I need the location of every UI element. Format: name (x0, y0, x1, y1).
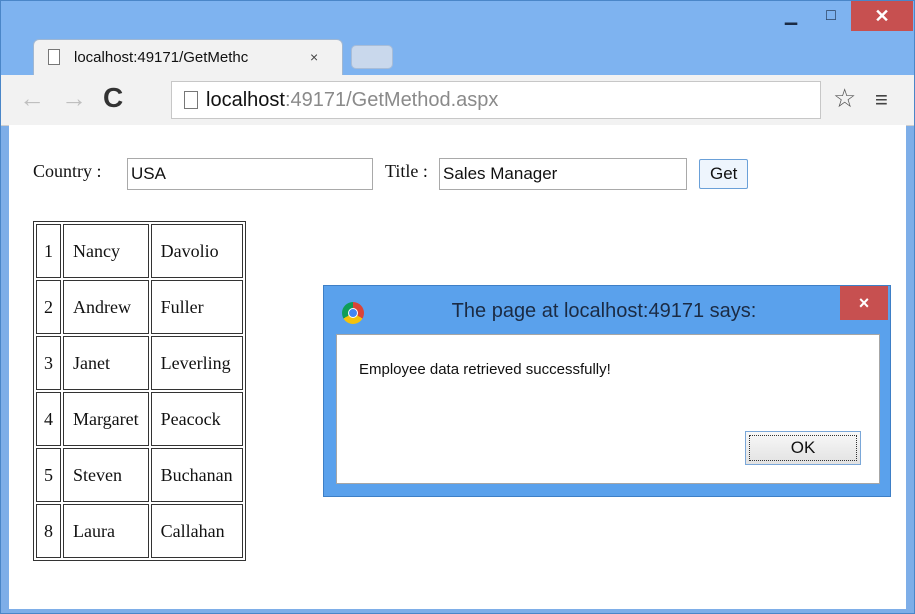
country-input[interactable] (127, 158, 373, 190)
chrome-logo-icon (342, 302, 364, 324)
first-name-cell: Janet (63, 336, 149, 390)
browser-toolbar: ← → C localhost:49171/GetMethod.aspx ☆ ≡ (1, 75, 914, 126)
dialog-title: The page at localhost:49171 says: (451, 300, 757, 322)
reload-icon[interactable]: C (103, 83, 123, 113)
last-name-cell: Buchanan (150, 448, 243, 502)
table-row: 3 Janet Leverling (36, 336, 243, 390)
star-icon[interactable]: ☆ (833, 83, 856, 114)
employee-id-cell: 4 (36, 392, 61, 446)
forward-icon[interactable]: → (61, 83, 87, 113)
table-row: 8 Laura Callahan (36, 504, 243, 558)
get-button[interactable]: Get (699, 159, 749, 189)
country-label: Country : (33, 161, 102, 181)
employee-id-cell: 2 (36, 280, 61, 334)
url-text: localhost:49171/GetMethod.aspx (206, 89, 498, 111)
employee-table: 1 Nancy Davolio 2 Andrew Fuller 3 Janet Leverlin… (33, 221, 246, 561)
first-name-cell: Margaret (63, 392, 149, 446)
dialog-close-icon[interactable]: × (840, 286, 888, 320)
tab-title: localhost:49171/GetMethc (74, 49, 249, 66)
employee-id-cell: 5 (36, 448, 61, 502)
dialog-body: Employee data retrieved successfully! OK (336, 334, 880, 484)
browser-window: ▁ □ ✕ localhost:49171/GetMethc × ← → C l… (0, 0, 915, 614)
ok-button[interactable]: OK (745, 431, 861, 465)
last-name-cell: Fuller (150, 280, 243, 334)
title-input[interactable] (439, 158, 687, 190)
first-name-cell: Nancy (63, 224, 149, 278)
maximize-icon[interactable]: □ (811, 1, 851, 31)
browser-tab[interactable]: localhost:49171/GetMethc × (33, 39, 343, 75)
table-row: 5 Steven Buchanan (36, 448, 243, 502)
page-icon (48, 49, 60, 65)
tab-close-icon[interactable]: × (310, 49, 318, 65)
table-row: 1 Nancy Davolio (36, 224, 243, 278)
dialog-message: Employee data retrieved successfully! (359, 361, 611, 378)
alert-dialog: The page at localhost:49171 says: × Empl… (323, 285, 891, 497)
table-row: 2 Andrew Fuller (36, 280, 243, 334)
minimize-icon[interactable]: ▁ (771, 1, 811, 31)
last-name-cell: Leverling (150, 336, 243, 390)
title-label: Title : (385, 161, 428, 181)
new-tab-button[interactable] (351, 45, 393, 69)
url-host: localhost (206, 89, 285, 111)
last-name-cell: Peacock (150, 392, 243, 446)
page-icon (184, 91, 198, 109)
first-name-cell: Steven (63, 448, 149, 502)
employee-id-cell: 3 (36, 336, 61, 390)
first-name-cell: Andrew (63, 280, 149, 334)
close-icon[interactable]: ✕ (851, 1, 913, 31)
table-row: 4 Margaret Peacock (36, 392, 243, 446)
employee-id-cell: 8 (36, 504, 61, 558)
last-name-cell: Callahan (150, 504, 243, 558)
url-path: :49171/GetMethod.aspx (284, 89, 499, 111)
menu-icon[interactable]: ≡ (875, 87, 888, 113)
back-icon[interactable]: ← (19, 83, 45, 113)
first-name-cell: Laura (63, 504, 149, 558)
last-name-cell: Davolio (150, 224, 243, 278)
employee-id-cell: 1 (36, 224, 61, 278)
address-bar[interactable]: localhost:49171/GetMethod.aspx (171, 81, 821, 119)
